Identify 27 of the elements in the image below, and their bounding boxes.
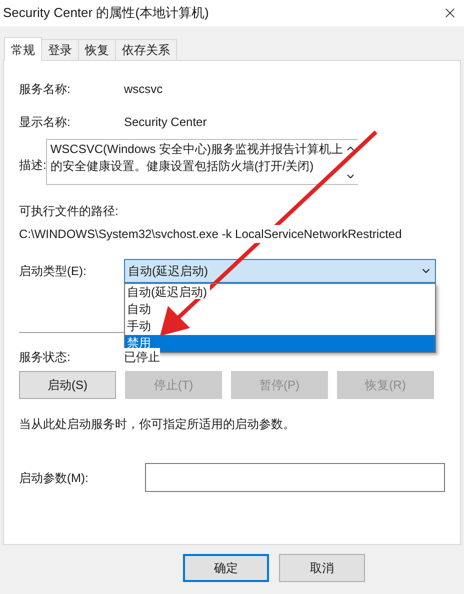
dropdown-option[interactable]: 自动: [125, 301, 435, 318]
tab[interactable]: 恢复: [79, 39, 116, 60]
dialog-button[interactable]: 确定: [183, 554, 269, 582]
path-value: C:\WINDOWS\System32\svchost.exe -k LocalServiceNetworkRestricted: [19, 225, 402, 243]
field-label: 服务状态:: [19, 349, 72, 366]
field-label: 描述:: [19, 158, 46, 172]
field-label: 启动类型(E):: [19, 263, 88, 280]
service-button[interactable]: 启动(S): [19, 371, 116, 399]
dialog-button[interactable]: 取消: [279, 554, 365, 582]
dropdown-option[interactable]: 禁用: [125, 335, 435, 352]
window-title: Security Center 的属性(本地计算机): [3, 4, 209, 22]
start-parameters-field[interactable]: [145, 463, 445, 492]
field-label: 服务名称:: [19, 81, 72, 98]
path-label: 可执行文件的路径:: [19, 203, 120, 220]
service-status-value: 已停止: [124, 348, 160, 366]
field-label: 启动参数(M):: [19, 470, 88, 484]
description-box[interactable]: WSCSVC(Windows 安全中心)服务监视并报告计算机上的安全健康设置。健康设置包括防火墙(打开/关闭): [46, 139, 358, 185]
dropdown-option[interactable]: 自动(延迟启动): [125, 284, 435, 301]
service-name-value: wscsvc: [124, 81, 163, 98]
display-name-value: Security Center: [124, 114, 207, 131]
dropdown-option[interactable]: 手动: [125, 318, 435, 335]
startup-type-dropdown[interactable]: 自动(延迟启动): [124, 259, 436, 283]
field-label: 显示名称:: [19, 114, 72, 131]
tab[interactable]: 登录: [42, 39, 79, 60]
tab[interactable]: 依存关系: [116, 39, 177, 60]
hint-text: 当从此处启动服务时，你可指定所适用的启动参数。: [19, 416, 296, 433]
tab[interactable]: 常规: [4, 37, 42, 61]
